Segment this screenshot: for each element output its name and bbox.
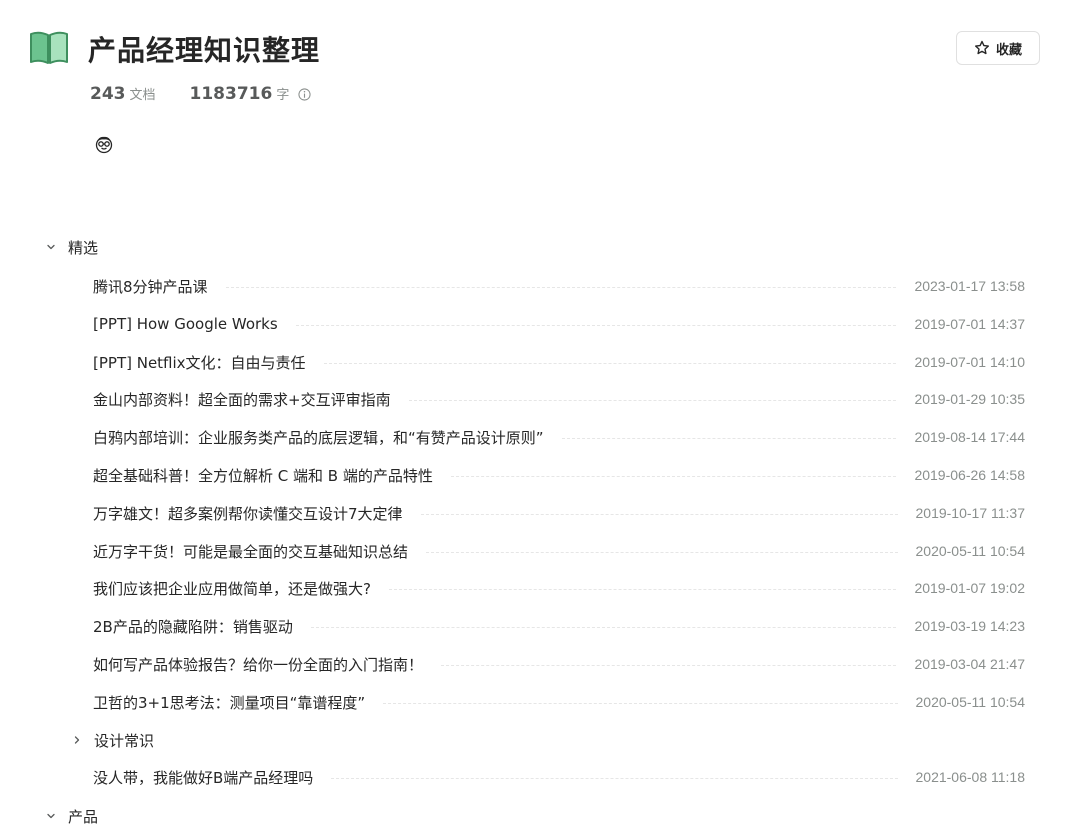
favorite-button[interactable]: 收藏	[956, 31, 1040, 65]
doc-row[interactable]: [PPT] Netflix文化：自由与责任 2019-07-01 14:10	[93, 350, 1025, 374]
doc-row[interactable]: 万字雄文！超多案例帮你读懂交互设计7大定律 2019-10-17 11:37	[93, 501, 1025, 525]
doc-updated-time: 2019-10-17 11:37	[915, 505, 1026, 521]
group-jingxuan[interactable]: 精选	[44, 236, 98, 258]
doc-title[interactable]: 腾讯8分钟产品课	[93, 276, 208, 297]
page-title: 产品经理知识整理	[88, 34, 321, 67]
dotted-leader	[426, 551, 898, 553]
dotted-leader	[383, 702, 898, 704]
dotted-leader	[225, 286, 897, 288]
doc-updated-time: 2019-07-01 14:37	[914, 316, 1025, 332]
dotted-leader	[310, 626, 897, 628]
chevron-down-icon[interactable]	[44, 809, 58, 823]
knowledge-base-page: 产品经理知识整理 收藏 243 文档 1183716 字 精选 腾讯8分钟产品课…	[0, 0, 1072, 834]
doc-updated-time: 2019-01-07 19:02	[914, 580, 1025, 596]
group-chanpin[interactable]: 产品	[44, 805, 98, 827]
doc-row[interactable]: 没人带，我能做好B端产品经理吗 2021-06-08 11:18	[93, 765, 1025, 789]
doc-updated-time: 2019-03-19 14:23	[914, 618, 1025, 634]
doc-row[interactable]: 2B产品的隐藏陷阱：销售驱动 2019-03-19 14:23	[93, 614, 1025, 638]
group-label: 精选	[68, 238, 99, 257]
dotted-leader	[441, 664, 897, 666]
doc-title[interactable]: 卫哲的3+1思考法：测量项目“靠谱程度”	[93, 692, 365, 713]
favorite-label: 收藏	[995, 41, 1022, 57]
book-stats: 243 文档 1183716 字	[90, 84, 311, 106]
word-count: 1183716	[189, 84, 273, 104]
doc-updated-time: 2019-03-04 21:47	[914, 656, 1025, 672]
chevron-down-icon[interactable]	[44, 240, 58, 254]
doc-updated-time: 2021-06-08 11:18	[915, 769, 1026, 785]
doc-title[interactable]: 如何写产品体验报告？给你一份全面的入门指南！	[93, 654, 423, 675]
doc-unit: 文档	[129, 88, 156, 103]
dotted-leader	[388, 588, 897, 590]
doc-updated-time: 2019-08-14 17:44	[914, 429, 1025, 445]
doc-updated-time: 2019-06-26 14:58	[914, 467, 1025, 483]
doc-row[interactable]: 超全基础科普！全方位解析 C 端和 B 端的产品特性 2019-06-26 14:…	[93, 463, 1025, 487]
doc-row[interactable]: [PPT] How Google Works 2019-07-01 14:37	[93, 312, 1025, 336]
doc-title[interactable]: [PPT] Netflix文化：自由与责任	[93, 352, 306, 373]
doc-updated-time: 2019-01-29 10:35	[914, 391, 1025, 407]
doc-row[interactable]: 近万字干货！可能是最全面的交互基础知识总结 2020-05-11 10:54	[93, 539, 1025, 563]
doc-title[interactable]: 2B产品的隐藏陷阱：销售驱动	[93, 616, 293, 637]
dotted-leader	[450, 475, 897, 477]
subgroup-label: 设计常识	[94, 731, 155, 750]
group-label: 产品	[68, 807, 99, 826]
dotted-leader	[295, 324, 897, 326]
doc-count: 243	[90, 84, 126, 104]
dotted-leader	[331, 777, 898, 779]
info-icon[interactable]	[298, 88, 311, 101]
doc-updated-time: 2020-05-11 10:54	[915, 694, 1026, 710]
doc-row[interactable]: 腾讯8分钟产品课 2023-01-17 13:58	[93, 274, 1025, 298]
doc-title[interactable]: 金山内部资料！超全面的需求+交互评审指南	[93, 389, 391, 410]
doc-row[interactable]: 我们应该把企业应用做简单，还是做强大? 2019-01-07 19:02	[93, 576, 1025, 600]
doc-row[interactable]: 金山内部资料！超全面的需求+交互评审指南 2019-01-29 10:35	[93, 387, 1025, 411]
doc-title[interactable]: 我们应该把企业应用做简单，还是做强大?	[93, 578, 371, 599]
doc-title[interactable]: 白鸦内部培训：企业服务类产品的底层逻辑，和“有赞产品设计原则”	[93, 427, 544, 448]
word-unit: 字	[276, 88, 290, 103]
doc-row[interactable]: 卫哲的3+1思考法：测量项目“靠谱程度” 2020-05-11 10:54	[93, 690, 1025, 714]
subgroup-design-basics[interactable]: 设计常识	[70, 729, 154, 751]
doc-title[interactable]: 没人带，我能做好B端产品经理吗	[93, 767, 313, 788]
doc-title[interactable]: [PPT] How Google Works	[93, 315, 278, 333]
star-icon	[974, 40, 989, 55]
book-icon	[30, 31, 68, 64]
doc-title[interactable]: 近万字干货！可能是最全面的交互基础知识总结	[93, 541, 408, 562]
doc-updated-time: 2023-01-17 13:58	[914, 278, 1025, 294]
doc-title[interactable]: 超全基础科普！全方位解析 C 端和 B 端的产品特性	[93, 465, 433, 486]
dotted-leader	[323, 362, 897, 364]
nerd-face-emoji	[95, 136, 113, 154]
doc-row[interactable]: 如何写产品体验报告？给你一份全面的入门指南！ 2019-03-04 21:47	[93, 652, 1025, 676]
dotted-leader	[408, 399, 897, 401]
doc-updated-time: 2020-05-11 10:54	[915, 543, 1026, 559]
doc-row[interactable]: 白鸦内部培训：企业服务类产品的底层逻辑，和“有赞产品设计原则” 2019-08-1…	[93, 425, 1025, 449]
doc-updated-time: 2019-07-01 14:10	[914, 354, 1025, 370]
dotted-leader	[420, 513, 898, 515]
chevron-right-icon[interactable]	[70, 733, 84, 747]
doc-title[interactable]: 万字雄文！超多案例帮你读懂交互设计7大定律	[93, 503, 403, 524]
dotted-leader	[561, 437, 897, 439]
